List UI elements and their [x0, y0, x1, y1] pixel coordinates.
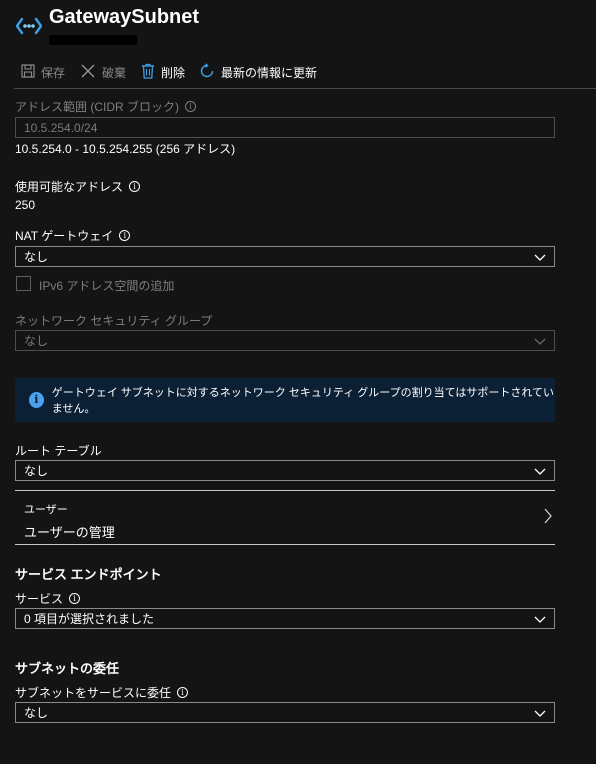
subnet-delegation-heading: サブネットの委任 [15, 661, 120, 676]
info-icon[interactable]: i [119, 230, 131, 241]
info-icon[interactable]: i [177, 687, 189, 698]
route-table-label: ルート テーブル [15, 444, 102, 458]
delete-label: 削除 [161, 65, 186, 80]
services-label: サービス [15, 592, 64, 606]
refresh-label: 最新の情報に更新 [221, 65, 318, 80]
services-value: 0 項目が選択されました [24, 612, 155, 626]
discard-label: 破棄 [102, 65, 127, 80]
service-endpoints-heading: サービス エンドポイント [15, 567, 162, 582]
close-icon [80, 63, 96, 82]
save-icon [21, 63, 35, 81]
delegation-label-row: サブネットをサービスに委任 i [15, 684, 189, 701]
info-icon[interactable]: i [185, 101, 196, 112]
nat-gateway-label-row: NAT ゲートウェイ i [15, 227, 131, 244]
address-range-label-row: アドレス範囲 (CIDR ブロック) i [15, 98, 196, 115]
users-label: ユーザー [24, 504, 68, 516]
address-range-value: 10.5.254.0/24 [24, 120, 98, 135]
route-table-dropdown[interactable]: なし [15, 460, 555, 481]
delete-button[interactable]: 削除 [141, 60, 185, 84]
chevron-down-icon [534, 613, 546, 627]
info-icon[interactable]: i [129, 181, 141, 192]
nat-gateway-label: NAT ゲートウェイ [15, 229, 114, 243]
refresh-icon [199, 62, 215, 82]
chevron-down-icon [534, 465, 546, 479]
page-title: GatewaySubnet [49, 6, 200, 28]
trash-icon [141, 63, 155, 82]
refresh-button[interactable]: 最新の情報に更新 [199, 60, 317, 84]
route-table-value: なし [24, 464, 49, 478]
chevron-down-icon [534, 707, 546, 721]
ipv6-checkbox[interactable] [16, 276, 31, 291]
save-button[interactable]: 保存 [21, 60, 65, 84]
available-addresses-label-row: 使用可能なアドレス i [15, 178, 141, 195]
chevron-right-icon [543, 508, 553, 527]
info-banner-text: ゲートウェイ サブネットに対するネットワーク セキュリティ グループの割り当ては… [51, 387, 555, 415]
redacted-subtitle [49, 35, 137, 45]
nat-gateway-value: なし [24, 250, 49, 264]
services-label-row: サービス i [15, 590, 81, 607]
delegation-value: なし [24, 706, 49, 720]
info-icon: i [29, 392, 44, 408]
command-bar: 保存 破棄 削除 最新の情報に更新 [0, 60, 596, 88]
manage-users-text: ユーザーの管理 [24, 525, 115, 540]
address-range-summary: 10.5.254.0 - 10.5.254.255 (256 アドレス) [15, 142, 236, 156]
nsg-value: なし [24, 334, 49, 348]
manage-users-link[interactable]: ユーザー ユーザーの管理 [15, 491, 555, 544]
delegation-label: サブネットをサービスに委任 [15, 686, 172, 700]
address-range-label: アドレス範囲 (CIDR ブロック) [15, 100, 179, 114]
delegation-dropdown[interactable]: なし [15, 702, 555, 723]
nsg-dropdown[interactable]: なし [15, 330, 555, 351]
divider [15, 544, 555, 545]
info-banner: i ゲートウェイ サブネットに対するネットワーク セキュリティ グループの割り当… [15, 378, 555, 422]
chevron-down-icon [534, 335, 546, 349]
available-addresses-value: 250 [15, 198, 36, 212]
services-dropdown[interactable]: 0 項目が選択されました [15, 608, 555, 629]
info-icon[interactable]: i [69, 593, 81, 604]
nat-gateway-dropdown[interactable]: なし [15, 246, 555, 267]
available-addresses-label: 使用可能なアドレス [15, 180, 124, 194]
address-range-input[interactable]: 10.5.254.0/24 [15, 117, 555, 138]
toolbar-divider [14, 88, 596, 89]
chevron-down-icon [534, 251, 546, 265]
subnet-icon [15, 14, 43, 38]
save-label: 保存 [41, 65, 66, 80]
nsg-label: ネットワーク セキュリティ グループ [15, 314, 213, 328]
ipv6-label: IPv6 アドレス空間の追加 [39, 279, 175, 293]
discard-button[interactable]: 破棄 [80, 60, 126, 84]
